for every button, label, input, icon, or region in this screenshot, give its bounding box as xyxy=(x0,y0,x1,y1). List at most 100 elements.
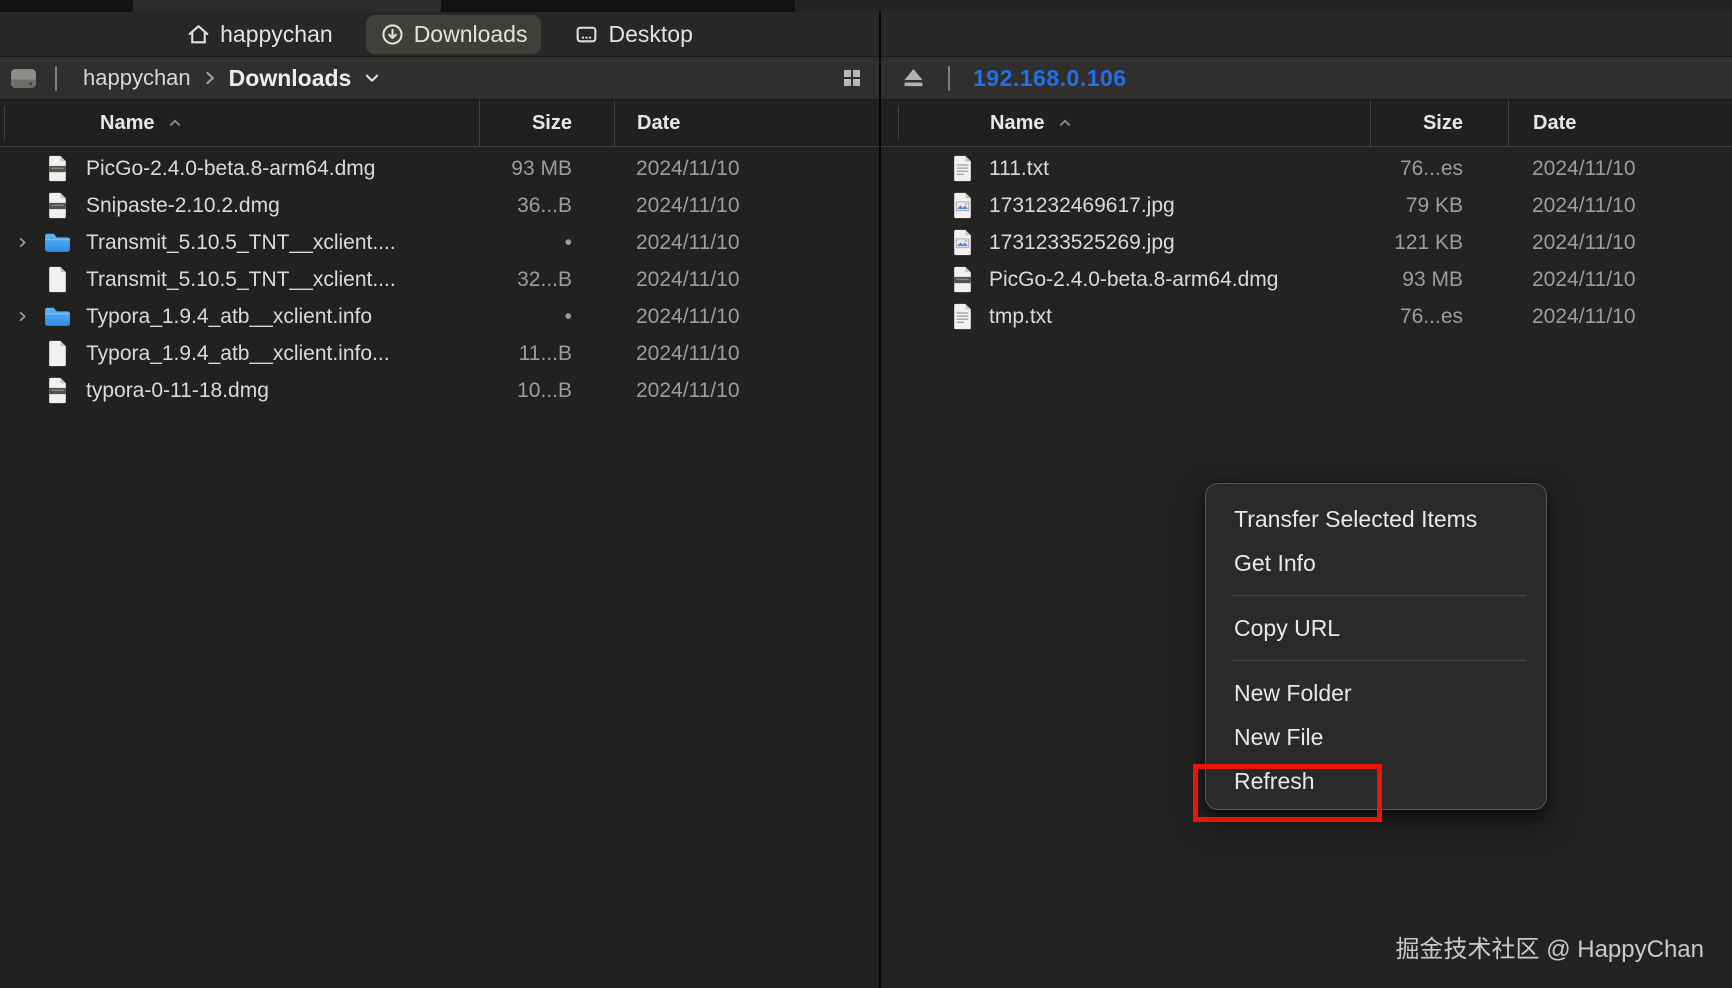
menu-item-transfer-selected-items[interactable]: Transfer Selected Items xyxy=(1206,497,1546,541)
path-separator xyxy=(948,65,950,91)
tab-downloads[interactable]: Downloads xyxy=(365,14,542,54)
eject-icon[interactable] xyxy=(901,67,926,89)
dmg-icon xyxy=(40,377,74,404)
file-row[interactable]: 1731232469617.jpg 79 KB 2024/11/10 xyxy=(881,187,1732,224)
file-icon xyxy=(40,340,74,367)
menu-item-copy-url[interactable]: Copy URL xyxy=(1206,606,1546,650)
local-list-header: Name Size Date xyxy=(0,100,879,147)
file-row[interactable]: Typora_1.9.4_atb__xclient.info... 11...B… xyxy=(0,335,879,372)
file-size: 79 KB xyxy=(1405,193,1463,217)
column-header-date[interactable]: Date xyxy=(1508,100,1732,146)
path-separator xyxy=(55,65,57,91)
jpg-icon xyxy=(947,192,977,219)
file-name: Snipaste-2.10.2.dmg xyxy=(86,193,280,217)
file-date: 2024/11/10 xyxy=(1532,304,1636,328)
menu-item-get-info[interactable]: Get Info xyxy=(1206,541,1546,585)
transmit-window: happychan Downloads Desktop happychan Do… xyxy=(0,0,1732,988)
expand-chevron-icon[interactable] xyxy=(14,235,30,250)
file-size: • xyxy=(564,304,572,328)
column-header-name[interactable]: Name xyxy=(0,112,479,135)
file-row[interactable]: PicGo-2.4.0-beta.8-arm64.dmg 93 MB 2024/… xyxy=(0,150,879,187)
breadcrumb-chevron-icon xyxy=(200,65,220,91)
file-name: 111.txt xyxy=(989,156,1049,180)
column-header-name[interactable]: Name xyxy=(881,112,1370,135)
file-size: 11...B xyxy=(518,341,572,365)
file-date: 2024/11/10 xyxy=(636,230,740,254)
file-date: 2024/11/10 xyxy=(1532,267,1636,291)
file-size: 76...es xyxy=(1399,304,1463,328)
file-row[interactable]: PicGo-2.4.0-beta.8-arm64.dmg 93 MB 2024/… xyxy=(881,261,1732,298)
location-tab-bar: happychan Downloads Desktop xyxy=(0,12,879,57)
file-icon xyxy=(40,266,74,293)
file-name: Typora_1.9.4_atb__xclient.info xyxy=(86,304,373,328)
pane-divider[interactable] xyxy=(879,11,881,988)
file-date: 2024/11/10 xyxy=(1532,193,1636,217)
context-menu: Transfer Selected Items Get Info Copy URL N… xyxy=(1205,483,1547,810)
file-row[interactable]: Transmit_5.10.5_TNT__xclient.... 32...B … xyxy=(0,261,879,298)
file-name: PicGo-2.4.0-beta.8-arm64.dmg xyxy=(86,156,376,180)
local-path-bar: happychan Downloads xyxy=(0,57,879,100)
file-row[interactable]: tmp.txt 76...es 2024/11/10 xyxy=(881,298,1732,335)
txt-icon xyxy=(947,303,977,330)
column-header-size[interactable]: Size xyxy=(479,100,614,146)
local-file-list: PicGo-2.4.0-beta.8-arm64.dmg 93 MB 2024/… xyxy=(0,147,879,409)
sort-ascending-icon xyxy=(1056,114,1074,132)
window-top-strip xyxy=(0,0,1732,12)
file-name: Transmit_5.10.5_TNT__xclient.... xyxy=(86,230,396,254)
remote-tab-bar xyxy=(881,12,1732,57)
file-name: Typora_1.9.4_atb__xclient.info... xyxy=(86,341,390,365)
menu-item-new-file[interactable]: New File xyxy=(1206,715,1546,759)
file-size: • xyxy=(564,230,572,254)
file-size: 36...B xyxy=(517,193,572,217)
column-header-size[interactable]: Size xyxy=(1370,100,1508,146)
column-header-date[interactable]: Date xyxy=(614,100,879,146)
folder-dropdown-icon[interactable] xyxy=(361,67,383,89)
dmg-icon xyxy=(40,155,74,182)
disk-icon[interactable] xyxy=(10,66,37,91)
server-address[interactable]: 192.168.0.106 xyxy=(973,65,1127,92)
file-row[interactable]: 111.txt 76...es 2024/11/10 xyxy=(881,150,1732,187)
file-size: 93 MB xyxy=(511,156,572,180)
breadcrumb-current[interactable]: Downloads xyxy=(229,65,352,92)
file-date: 2024/11/10 xyxy=(1532,156,1636,180)
file-row[interactable]: typora-0-11-18.dmg 10...B 2024/11/10 xyxy=(0,372,879,409)
file-name: typora-0-11-18.dmg xyxy=(86,378,269,402)
file-name: PicGo-2.4.0-beta.8-arm64.dmg xyxy=(989,267,1279,291)
remote-file-list: 111.txt 76...es 2024/11/10 1731232469617… xyxy=(881,147,1732,335)
dmg-icon xyxy=(40,192,74,219)
folder-icon xyxy=(40,230,74,255)
tab-happychan[interactable]: happychan xyxy=(172,15,347,54)
file-date: 2024/11/10 xyxy=(636,341,740,365)
file-date: 2024/11/10 xyxy=(1532,230,1636,254)
file-row[interactable]: Transmit_5.10.5_TNT__xclient.... • 2024/… xyxy=(0,224,879,261)
file-size: 93 MB xyxy=(1402,267,1463,291)
file-size: 76...es xyxy=(1399,156,1463,180)
dmg-icon xyxy=(947,266,977,293)
folder-icon xyxy=(40,304,74,329)
remote-path-bar: 192.168.0.106 xyxy=(881,57,1732,100)
jpg-icon xyxy=(947,229,977,256)
file-row[interactable]: Snipaste-2.10.2.dmg 36...B 2024/11/10 xyxy=(0,187,879,224)
breadcrumb-root[interactable]: happychan xyxy=(83,65,191,91)
file-date: 2024/11/10 xyxy=(636,193,740,217)
menu-separator xyxy=(1231,595,1526,596)
menu-separator xyxy=(1231,660,1526,661)
file-date: 2024/11/10 xyxy=(636,267,740,291)
menu-item-new-folder[interactable]: New Folder xyxy=(1206,671,1546,715)
view-grid-icon[interactable] xyxy=(843,69,861,87)
file-row[interactable]: 1731233525269.jpg 121 KB 2024/11/10 xyxy=(881,224,1732,261)
txt-icon xyxy=(947,155,977,182)
tab-desktop[interactable]: Desktop xyxy=(560,15,706,54)
file-name: Transmit_5.10.5_TNT__xclient.... xyxy=(86,267,396,291)
expand-chevron-icon[interactable] xyxy=(14,309,30,324)
remote-list-header: Name Size Date xyxy=(881,100,1732,147)
file-row[interactable]: Typora_1.9.4_atb__xclient.info • 2024/11… xyxy=(0,298,879,335)
file-date: 2024/11/10 xyxy=(636,156,740,180)
menu-item-refresh[interactable]: Refresh xyxy=(1206,759,1546,803)
file-name: tmp.txt xyxy=(989,304,1053,328)
file-name: 1731232469617.jpg xyxy=(989,193,1175,217)
watermark: 掘金技术社区 @ HappyChan xyxy=(1395,936,1704,963)
downloads-icon xyxy=(380,22,405,47)
file-date: 2024/11/10 xyxy=(636,304,740,328)
file-date: 2024/11/10 xyxy=(636,378,740,402)
